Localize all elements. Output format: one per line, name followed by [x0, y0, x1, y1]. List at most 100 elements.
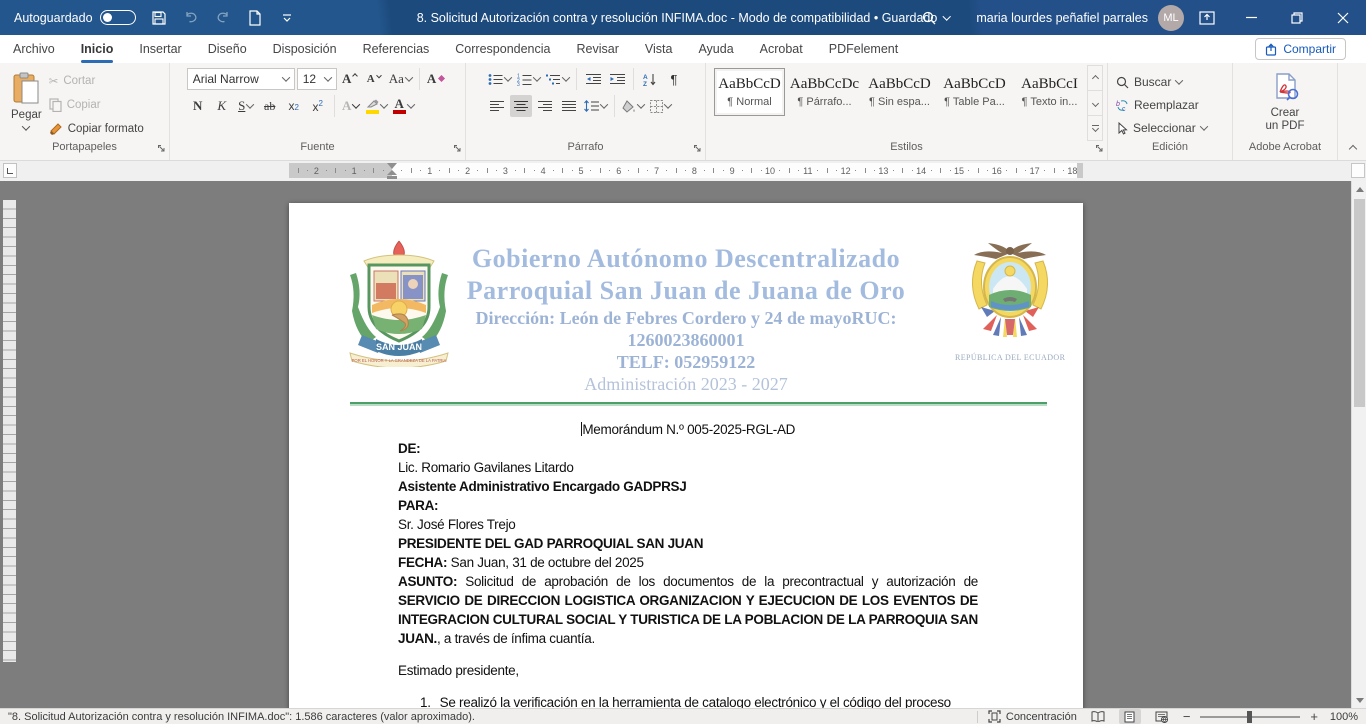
paste-dropdown-icon[interactable] [22, 122, 30, 130]
decrease-indent-button[interactable] [582, 68, 604, 90]
ribbon-display-options-icon[interactable] [1198, 9, 1216, 27]
tab-pdfelement[interactable]: PDFelement [816, 35, 911, 63]
italic-button[interactable]: K [211, 95, 233, 117]
window-title[interactable]: 8. Solicitud Autorización contra y resol… [417, 11, 950, 25]
focus-mode-button[interactable]: Concentración [988, 710, 1077, 723]
share-button[interactable]: Compartir [1255, 38, 1346, 60]
tab-diseño[interactable]: Diseño [195, 35, 260, 63]
styles-dialog-launcher[interactable] [1095, 144, 1104, 153]
document-icon[interactable] [246, 9, 264, 27]
left-indent-marker[interactable] [387, 176, 397, 179]
tab-revisar[interactable]: Revisar [563, 35, 631, 63]
zoom-out-button[interactable]: − [1183, 709, 1191, 724]
styles-scroll-up[interactable] [1088, 66, 1102, 91]
replace-button[interactable]: bc Reemplazar [1116, 95, 1207, 115]
doc-paragraph: Lic. Romario Gavilanes Litardo [398, 458, 978, 477]
align-right-button[interactable] [534, 95, 556, 117]
scroll-up-button[interactable] [1352, 181, 1366, 197]
superscript-button[interactable]: x2 [307, 95, 329, 117]
font-color-button[interactable]: A [391, 95, 416, 117]
select-button[interactable]: Seleccionar [1116, 118, 1207, 138]
line-spacing-button[interactable] [582, 95, 609, 117]
styles-more-button[interactable] [1088, 116, 1102, 140]
zoom-level[interactable]: 100% [1328, 711, 1358, 723]
quick-access-more-icon[interactable] [278, 9, 296, 27]
format-painter-button[interactable]: Copiar formato [49, 119, 144, 139]
subscript-button[interactable]: x2 [283, 95, 305, 117]
paragraph-dialog-launcher[interactable] [693, 144, 702, 153]
read-mode-button[interactable] [1087, 709, 1109, 724]
tab-vista[interactable]: Vista [632, 35, 686, 63]
shrink-font-button[interactable]: A [363, 68, 385, 90]
styles-scroll-down[interactable] [1088, 91, 1102, 116]
tab-inicio[interactable]: Inicio [68, 35, 127, 63]
zoom-slider-thumb[interactable] [1247, 711, 1252, 723]
sort-button[interactable]: AZ [639, 68, 661, 90]
tab-selector-button[interactable] [3, 163, 17, 178]
tab-disposición[interactable]: Disposición [260, 35, 350, 63]
collapse-ribbon-button[interactable] [1350, 143, 1356, 155]
autosave-toggle[interactable]: Autoguardado [14, 10, 136, 25]
style--normal[interactable]: AaBbCcD¶ Normal [714, 68, 785, 116]
vertical-ruler[interactable] [3, 200, 16, 662]
close-button[interactable] [1320, 0, 1366, 35]
document-body[interactable]: Memorándum N.º 005-2025-RGL-ADDE:Lic. Ro… [398, 420, 978, 708]
hanging-indent-marker[interactable] [387, 170, 397, 175]
scrollbar-thumb[interactable] [1354, 199, 1365, 407]
style--sin-espa-[interactable]: AaBbCcD¶ Sin espa... [864, 68, 935, 116]
multilevel-list-button[interactable] [544, 68, 571, 90]
tab-referencias[interactable]: Referencias [350, 35, 443, 63]
create-pdf-button[interactable]: Crearun PDF [1259, 68, 1312, 141]
justify-button[interactable] [558, 95, 580, 117]
change-case-button[interactable]: Aa [387, 68, 414, 90]
character-count-status[interactable]: "8. Solicitud Autorización contra y reso… [8, 711, 475, 723]
find-button[interactable]: Buscar [1116, 72, 1207, 92]
acrobat-pdf-icon [1269, 72, 1301, 104]
avatar[interactable]: ML [1158, 5, 1184, 31]
user-name[interactable]: maria lourdes peñafiel parrales [976, 11, 1148, 25]
horizontal-ruler[interactable]: 21123456789101112131415161718 [0, 161, 1366, 181]
bold-button[interactable]: N [187, 95, 209, 117]
strikethrough-button[interactable]: ab [259, 95, 281, 117]
tab-insertar[interactable]: Insertar [126, 35, 194, 63]
clear-formatting-button[interactable]: A [425, 68, 448, 90]
print-layout-button[interactable] [1119, 709, 1141, 724]
style--párrafo-[interactable]: AaBbCcDc¶ Párrafo... [789, 68, 860, 116]
increase-indent-button[interactable] [606, 68, 628, 90]
clipboard-dialog-launcher[interactable] [157, 144, 166, 153]
underline-button[interactable]: S [235, 95, 257, 117]
font-family-combo[interactable]: Arial Narrow [187, 68, 295, 90]
first-line-indent-marker[interactable] [387, 163, 397, 169]
align-center-button[interactable] [510, 95, 532, 117]
web-layout-button[interactable] [1151, 709, 1173, 724]
bullets-button[interactable] [486, 68, 513, 90]
paste-button[interactable]: Pegar [4, 68, 49, 141]
align-left-button[interactable] [486, 95, 508, 117]
document-page[interactable]: SAN JUAN POR EL HONOR Y LA GRANDEZA DE L… [289, 203, 1083, 708]
scroll-down-button[interactable] [1352, 692, 1366, 708]
zoom-in-button[interactable]: + [1310, 709, 1318, 724]
style--table-pa-[interactable]: AaBbCcD¶ Table Pa... [939, 68, 1010, 116]
autosave-switch-icon[interactable] [100, 10, 136, 25]
tab-ayuda[interactable]: Ayuda [685, 35, 746, 63]
font-size-combo[interactable]: 12 [297, 68, 337, 90]
minimize-button[interactable] [1228, 0, 1274, 35]
tab-acrobat[interactable]: Acrobat [747, 35, 816, 63]
tab-archivo[interactable]: Archivo [0, 35, 68, 63]
shading-button[interactable] [620, 95, 646, 117]
highlight-color-button[interactable] [364, 95, 389, 117]
borders-button[interactable] [648, 95, 673, 117]
save-icon[interactable] [150, 9, 168, 27]
zoom-slider[interactable] [1200, 716, 1300, 718]
tab-correspondencia[interactable]: Correspondencia [442, 35, 563, 63]
grow-font-button[interactable]: A [339, 68, 361, 90]
style--texto-in-[interactable]: AaBbCcI¶ Texto in... [1014, 68, 1085, 116]
cut-button: ✂ Cortar [49, 71, 144, 91]
maximize-button[interactable] [1274, 0, 1320, 35]
vertical-scrollbar[interactable] [1351, 181, 1366, 708]
org-ruc: 1260023860001 [289, 329, 1083, 351]
font-dialog-launcher[interactable] [453, 144, 462, 153]
scrollbar-top-box [1351, 163, 1365, 178]
numbering-button[interactable]: 123 [515, 68, 542, 90]
show-marks-button[interactable]: ¶ [663, 68, 685, 90]
